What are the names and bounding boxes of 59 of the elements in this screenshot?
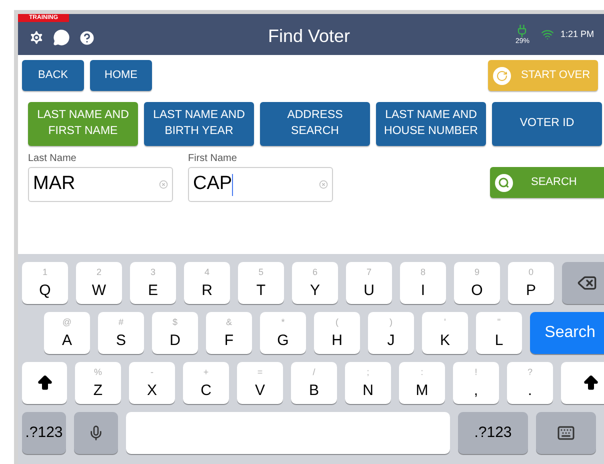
keyboard-key[interactable]: 3 E	[130, 262, 176, 304]
keyboard-key[interactable]: 7 U	[346, 262, 392, 304]
clock-time: 1:21 PM	[560, 28, 594, 41]
keyboard-key[interactable]: ? .	[507, 362, 553, 404]
keyboard-key[interactable]: % Z	[75, 362, 121, 404]
keyboard-key[interactable]: 9 O	[454, 262, 500, 304]
text-field[interactable]: CAP	[188, 167, 333, 202]
keyboard-key[interactable]: / B	[291, 362, 337, 404]
keyboard-icon	[557, 424, 575, 442]
keyboard-key[interactable]: = V	[237, 362, 283, 404]
nav-button[interactable]: BACK	[22, 60, 84, 91]
chat-icon[interactable]	[53, 29, 70, 46]
search-icon	[495, 174, 513, 192]
backspace-key[interactable]	[562, 262, 604, 304]
nav-button[interactable]: HOME	[90, 60, 152, 91]
keyboard-key[interactable]: 1 Q	[22, 262, 68, 304]
microphone-icon	[88, 425, 104, 441]
keyboard-key[interactable]: $ D	[152, 312, 198, 354]
keyboard-key[interactable]: 8 I	[400, 262, 446, 304]
keyboard-key[interactable]: ' K	[422, 312, 468, 354]
field-value: CAP	[193, 172, 232, 196]
numbers-key[interactable]: .?123	[22, 412, 66, 454]
keyboard-key[interactable]: # S	[98, 312, 144, 354]
search-mode-tab[interactable]: LAST NAME AND BIRTH YEAR	[144, 102, 254, 146]
keyboard-key[interactable]: @ A	[44, 312, 90, 354]
shift-key[interactable]	[22, 362, 67, 404]
keyboard-key[interactable]: ! ,	[453, 362, 499, 404]
field-value: MAR	[33, 172, 76, 196]
keyboard-key[interactable]: * G	[260, 312, 306, 354]
search-mode-tab[interactable]: VOTER ID	[492, 102, 602, 146]
keyboard-key[interactable]: : M	[399, 362, 445, 404]
help-icon[interactable]	[78, 28, 96, 46]
keyboard-key[interactable]: ( H	[314, 312, 360, 354]
keyboard-key[interactable]: - X	[129, 362, 175, 404]
restart-icon	[493, 66, 511, 84]
field-label: Last Name	[28, 153, 78, 165]
keyboard-key[interactable]: " L	[476, 312, 522, 354]
keyboard-key[interactable]: ; N	[345, 362, 391, 404]
keyboard-key[interactable]: 4 R	[184, 262, 230, 304]
text-field[interactable]: MAR	[28, 167, 173, 202]
search-mode-tab[interactable]: ADDRESS SEARCH	[260, 102, 370, 146]
dictation-key[interactable]	[74, 412, 118, 454]
hide-keyboard-key[interactable]	[536, 412, 596, 454]
keyboard-key[interactable]: + C	[183, 362, 229, 404]
numbers-key[interactable]: .?123	[458, 412, 528, 454]
keyboard-key[interactable]: ) J	[368, 312, 414, 354]
keyboard-key[interactable]: 0 P	[508, 262, 554, 304]
window-title: Find Voter	[268, 25, 350, 48]
search-mode-tab[interactable]: LAST NAME AND HOUSE NUMBER	[376, 102, 486, 146]
settings-icon[interactable]	[28, 29, 45, 46]
field-label: First Name	[188, 153, 238, 165]
shift-icon	[36, 374, 54, 392]
shift-icon	[582, 374, 600, 392]
search-key[interactable]: Search	[530, 312, 604, 354]
keyboard-key[interactable]: 5 T	[238, 262, 284, 304]
keyboard-key[interactable]: 2 W	[76, 262, 122, 304]
keyboard-key[interactable]: & F	[206, 312, 252, 354]
keyboard-key[interactable]: 6 Y	[292, 262, 338, 304]
shift-key[interactable]	[561, 362, 604, 404]
